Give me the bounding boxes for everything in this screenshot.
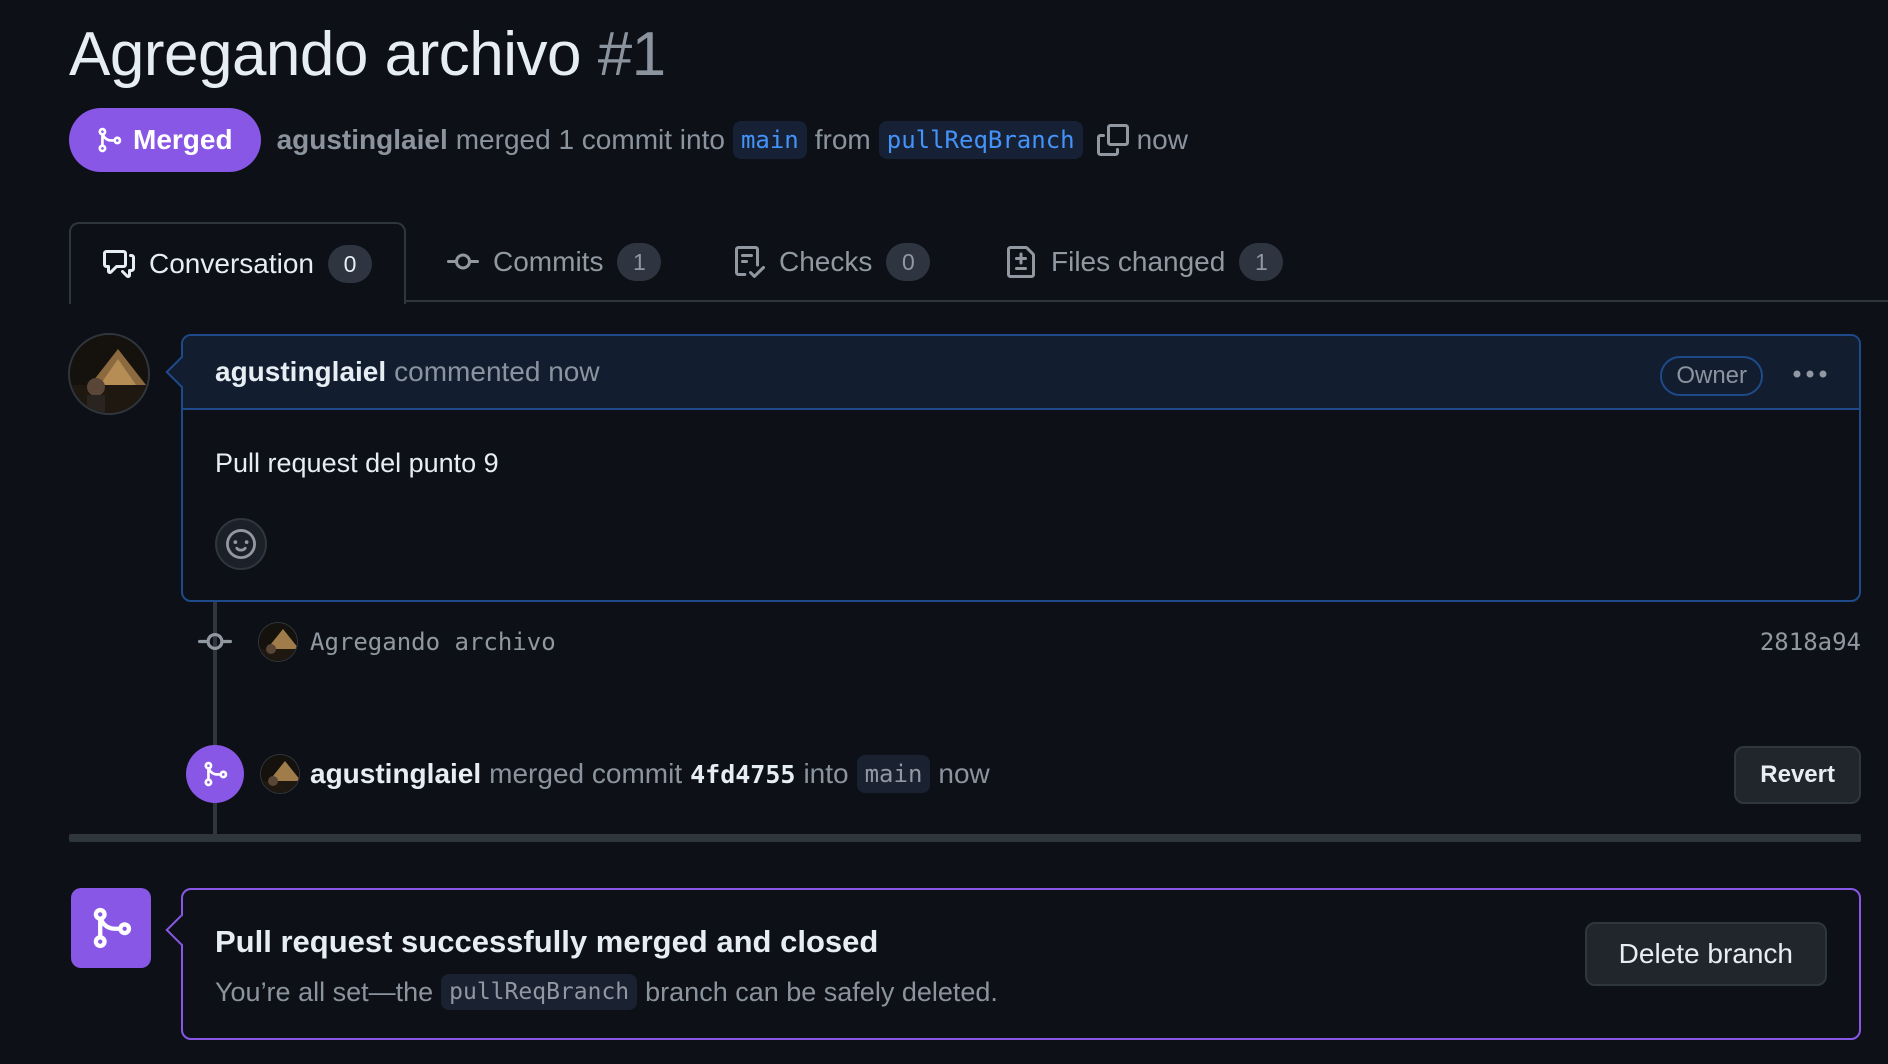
merged-state-badge: Merged xyxy=(69,108,261,172)
commit-row: Agregando archivo 2818a94 xyxy=(196,618,1861,666)
git-merge-icon xyxy=(98,127,122,153)
merge-into-text: into xyxy=(803,758,849,789)
merged-branch-name: pullReqBranch xyxy=(441,974,638,1010)
commit-sha-link[interactable]: 2818a94 xyxy=(1760,628,1861,656)
tab-conversation[interactable]: Conversation 0 xyxy=(69,222,406,304)
merge-commit-sha-link[interactable]: 4fd4755 xyxy=(690,760,795,789)
checklist-icon xyxy=(735,246,765,278)
comment-body: Pull request del punto 9 xyxy=(215,448,499,478)
kebab-horizontal-icon[interactable] xyxy=(1787,356,1833,392)
comment-discussion-icon xyxy=(103,250,135,278)
head-branch-link[interactable]: pullReqBranch xyxy=(878,121,1083,159)
from-text: from xyxy=(814,124,871,155)
add-reaction-button[interactable] xyxy=(215,518,267,570)
tab-files-changed[interactable]: Files changed 1 xyxy=(1005,222,1284,302)
commit-message-link[interactable]: Agregando archivo xyxy=(310,628,556,656)
merge-target-branch[interactable]: main xyxy=(856,755,931,793)
git-commit-icon xyxy=(447,253,479,270)
merge-author-link[interactable]: agustinglaiel xyxy=(310,758,481,790)
merge-time: now xyxy=(938,758,990,789)
git-commit-icon xyxy=(196,623,234,661)
base-branch-link[interactable]: main xyxy=(732,121,807,159)
pr-number: #1 xyxy=(597,20,666,89)
git-merge-icon xyxy=(71,888,151,968)
owner-badge: Owner xyxy=(1660,356,1763,396)
tab-checks[interactable]: Checks 0 xyxy=(733,222,931,302)
merge-event: agustinglaiel merged commit 4fd4755 into… xyxy=(186,744,1861,804)
avatar[interactable] xyxy=(68,333,150,415)
tab-commits-count: 1 xyxy=(617,243,662,281)
merge-summary-text: merged 1 commit into xyxy=(455,124,725,155)
merged-box-pointer xyxy=(165,914,197,946)
page-title: Agregando archivo #1 xyxy=(69,18,666,92)
tab-checks-count: 0 xyxy=(886,243,931,281)
tab-checks-label: Checks xyxy=(779,246,873,277)
pr-status-row: Merged agustinglaiel merged 1 commit int… xyxy=(69,108,1196,172)
merged-sub-before: You’re all set—the xyxy=(215,976,434,1007)
comment-header: agustinglaiel commented now Owner xyxy=(183,336,1859,410)
tab-commits-label: Commits xyxy=(493,246,604,277)
comment-box: agustinglaiel commented now Owner Pull r… xyxy=(165,334,1861,602)
revert-button[interactable]: Revert xyxy=(1734,746,1861,804)
comment-action: commented now xyxy=(394,356,600,387)
merge-event-text: merged commit xyxy=(489,758,683,789)
comment-author-link[interactable]: agustinglaiel xyxy=(215,356,386,388)
merged-sub-after: branch can be safely deleted. xyxy=(645,976,998,1007)
git-merge-icon xyxy=(186,745,244,803)
file-diff-icon xyxy=(1007,246,1035,278)
delete-branch-button[interactable]: Delete branch xyxy=(1584,922,1827,986)
pr-time: now xyxy=(1136,124,1188,155)
timeline-divider xyxy=(69,834,1861,842)
avatar[interactable] xyxy=(260,754,300,794)
avatar-image xyxy=(70,335,148,413)
pull-request-page: Agregando archivo #1 Merged agustinglaie… xyxy=(0,0,1888,1064)
tab-files-changed-count: 1 xyxy=(1239,243,1284,281)
copy-icon[interactable] xyxy=(1096,124,1129,156)
tab-commits[interactable]: Commits 1 xyxy=(447,222,662,302)
pr-title: Agregando archivo xyxy=(69,20,581,89)
pr-author-link[interactable]: agustinglaiel xyxy=(277,124,448,156)
pr-tabs: Conversation 0 Commits 1 Checks 0 Files … xyxy=(69,222,1888,304)
merged-status-box: Pull request successfully merged and clo… xyxy=(165,888,1861,1040)
avatar[interactable] xyxy=(258,622,298,662)
tab-conversation-count: 0 xyxy=(327,245,372,283)
tab-files-changed-label: Files changed xyxy=(1051,246,1226,277)
merged-label: Merged xyxy=(133,124,233,155)
tab-conversation-label: Conversation xyxy=(149,248,314,279)
smiley-icon xyxy=(226,529,256,559)
